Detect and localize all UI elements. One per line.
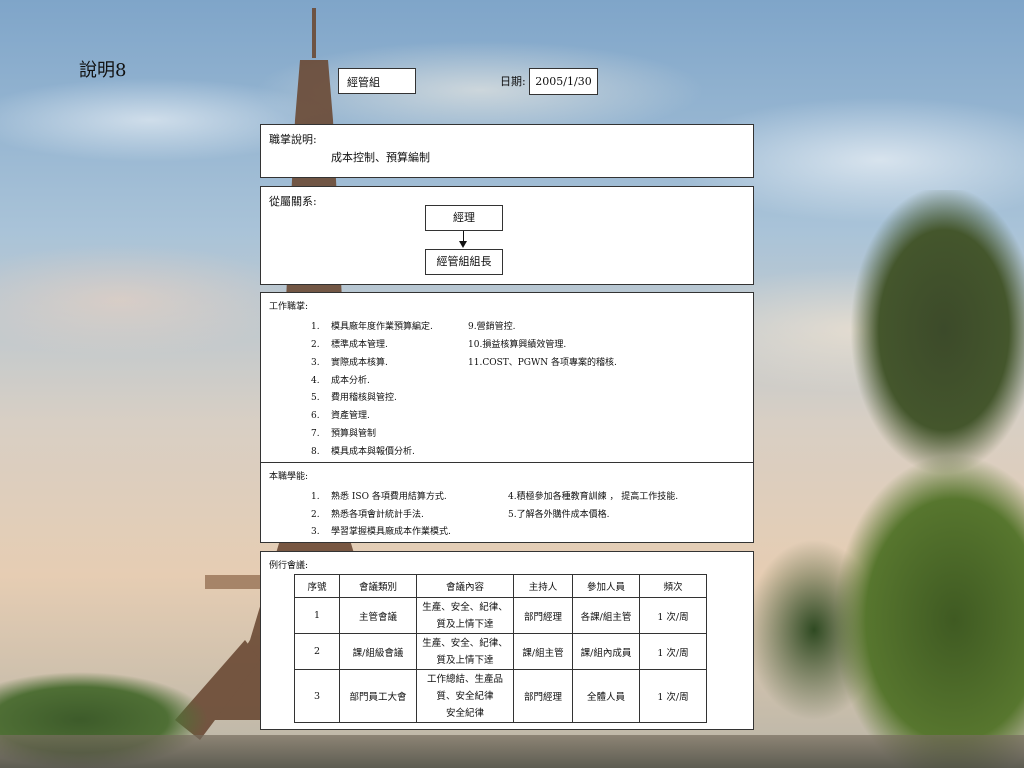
meetings-table: 序號 會議類別 會議內容 主持人 參加人員 頻次 1 主管會議 生產、安全、紀律… [294,574,707,723]
duty-text: 費用稽核與管控. [331,393,397,403]
skill-item: 1. 熟悉 ISO 各項費用結算方式. [311,489,447,502]
cell-attendees: 全體人員 [572,669,640,723]
duty-num: 8. [311,447,320,457]
duty-text: 成本分析. [331,376,370,386]
ground-street [0,735,1024,768]
duty-num: 5. [311,393,320,403]
col-header: 會議內容 [416,574,514,598]
cell-content: 工作總結、生產品 質、安全紀律 安全紀律 [416,669,514,723]
duty-num: 7. [311,429,320,439]
duty-text: 標準成本管理. [331,340,388,350]
reporting-title: 從屬關系: [269,195,317,208]
col-header: 頻次 [639,574,707,598]
meetings-title: 例行會議: [269,561,309,571]
org-lead-box: 經管組組長 [425,249,503,275]
reporting-panel: 從屬關系: 經理 經管組組長 [260,186,754,285]
duty-item: 8. 模具成本與報價分析. [311,444,415,457]
duty-num: 1. [311,322,320,332]
skills-panel: 本職學能: 1. 熟悉 ISO 各項費用結算方式. 2. 熟悉各項會計統計手法. 3… [260,462,754,543]
arrow-down-icon [459,241,467,248]
duties-title: 工作職掌: [269,302,309,312]
skill-item: 5.了解各外購件成本價格. [508,510,610,520]
skill-num: 1. [311,492,320,502]
date-label: 日期: [500,75,526,88]
cell-type: 主管會議 [339,597,417,634]
duty-item: 6. 資產管理. [311,408,370,421]
trees-right [754,190,1024,768]
duty-text: 模具成本與報價分析. [331,447,415,457]
skill-text: 熟悉各項會計統計手法. [331,510,424,520]
duty-num: 3. [311,358,320,368]
duty-text: 實際成本核算. [331,358,388,368]
meetings-panel: 例行會議: 序號 會議類別 會議內容 主持人 參加人員 頻次 1 主管會議 生產… [260,551,754,730]
duty-item: 11.COST、PGWN 各项專案的稽核. [468,358,617,368]
duty-text: 資產管理. [331,411,370,421]
cell-type: 課/組級會議 [339,633,417,670]
cell-content: 生產、安全、紀律、 質及上情下達 [416,633,514,670]
duty-num: 6. [311,411,320,421]
duty-item: 2. 標準成本管理. [311,337,388,350]
duty-item: 7. 預算與管制 [311,426,376,439]
table-header-row: 序號 會議類別 會議內容 主持人 參加人員 頻次 [294,574,707,598]
table-row: 2 課/組級會議 生產、安全、紀律、 質及上情下達 課/組主管 課/組內成員 1… [294,633,707,670]
col-header: 參加人員 [572,574,640,598]
duty-item: 4. 成本分析. [311,373,370,386]
skill-item: 3. 學習掌握模具廠成本作業模式. [311,524,451,537]
cell-content: 生產、安全、紀律、 質及上情下達 [416,597,514,634]
duty-item: 1. 模具廠年度作業預算編定. [311,319,433,332]
content-line: 工作總結、生產品 [426,673,503,685]
duty-text: 預算與管制 [331,429,377,439]
duty-item: 9.營銷管控. [468,322,516,332]
content-line: 安全紀律 [445,707,484,719]
table-row: 3 部門員工大會 工作總結、生產品 質、安全紀律 安全紀律 部門經理 全體人員 … [294,669,707,723]
slide-title: 說明8 [79,60,127,81]
cell-host: 課/組主管 [513,633,573,670]
duties-panel: 工作職掌: 1. 模具廠年度作業預算編定. 2. 標準成本管理. 3. 實際成本核算.… [260,292,754,463]
cell-freq: 1 次/周 [639,633,707,670]
cell-attendees: 課/組內成員 [572,633,640,670]
content-line: 生產、安全、紀律、 [422,637,508,649]
table-row: 1 主管會議 生產、安全、紀律、 質及上情下達 部門經理 各課/組主管 1 次/… [294,597,707,634]
skill-item: 4.積極參加各種教育訓練 ， 提高工作技能. [508,492,679,502]
duty-num: 2. [311,340,320,350]
cell-host: 部門經理 [513,597,573,634]
cell-freq: 1 次/周 [639,669,707,723]
skill-num: 3. [311,527,320,537]
col-header: 會議類別 [339,574,417,598]
cell-no: 1 [294,597,340,634]
skill-text: 熟悉 ISO 各項費用結算方式. [331,492,447,502]
cell-no: 3 [294,669,340,723]
cell-type: 部門員工大會 [339,669,417,723]
duty-item: 5. 費用稽核與管控. [311,390,397,403]
col-header: 序號 [294,574,340,598]
skills-title: 本職學能: [269,472,309,482]
unit-field: 經管組 [338,68,416,94]
skill-text: 學習掌握模具廠成本作業模式. [331,527,451,537]
content-line: 質及上情下達 [436,618,494,630]
content-line: 生產、安全、紀律、 [422,601,508,613]
content-line: 質及上情下達 [436,654,494,666]
cell-attendees: 各課/組主管 [572,597,640,634]
skill-item: 2. 熟悉各項會計統計手法. [311,507,424,520]
content-line: 質、安全紀律 [436,690,494,702]
duty-item: 3. 實際成本核算. [311,355,388,368]
org-manager-box: 經理 [425,205,503,231]
date-field: 2005/1/30 [529,68,598,95]
responsibility-title: 職掌說明: [269,133,317,146]
cell-host: 部門經理 [513,669,573,723]
skill-num: 2. [311,510,320,520]
col-header: 主持人 [513,574,573,598]
cell-freq: 1 次/周 [639,597,707,634]
duty-item: 10.損益核算興績效管理. [468,340,567,350]
duty-text: 模具廠年度作業預算編定. [331,322,433,332]
responsibility-panel: 職掌說明: 成本控制、預算編制 [260,124,754,178]
responsibility-text: 成本控制、預算編制 [331,151,430,164]
duty-num: 4. [311,376,320,386]
cell-no: 2 [294,633,340,670]
